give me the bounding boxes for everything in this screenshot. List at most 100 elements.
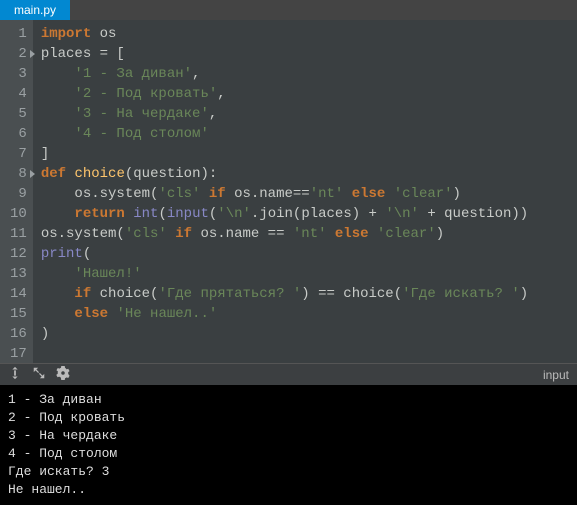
line-number: 4 xyxy=(10,84,27,104)
code-editor[interactable]: 1 2 3 4 5 6 7 8 91011121314151617 import… xyxy=(0,20,577,363)
expand-vertical-icon[interactable] xyxy=(8,366,22,383)
line-number: 14 xyxy=(10,284,27,304)
token-id: os xyxy=(100,26,117,42)
token-str: 'Где прятаться? ' xyxy=(158,286,301,302)
token-kw: return xyxy=(74,206,124,222)
line-number: 7 xyxy=(10,144,27,164)
line-number: 15 xyxy=(10,304,27,324)
code-line[interactable]: ) xyxy=(41,324,569,344)
code-line[interactable]: '3 - На чердаке', xyxy=(41,104,569,124)
token-op: ( xyxy=(125,166,133,182)
line-number: 5 xyxy=(10,104,27,124)
token-id: join(places) + xyxy=(259,206,385,222)
code-line[interactable]: 'Нашел!' xyxy=(41,264,569,284)
token-kw: else xyxy=(352,186,386,202)
token-sp xyxy=(385,186,393,202)
code-line[interactable]: print( xyxy=(41,244,569,264)
token-str: '1 - За диван' xyxy=(74,66,192,82)
terminal-toolbar: input xyxy=(0,363,577,385)
token-str: '2 - Под кровать' xyxy=(74,86,217,102)
token-kw: else xyxy=(74,306,108,322)
token-sp xyxy=(41,66,75,82)
token-sp xyxy=(327,226,335,242)
token-op: = [ xyxy=(100,46,125,62)
token-sp xyxy=(41,206,75,222)
token-sp xyxy=(343,186,351,202)
line-number: 2 xyxy=(10,44,27,64)
terminal-output[interactable]: 1 - За диван 2 - Под кровать 3 - На черд… xyxy=(0,385,577,505)
token-op: ) xyxy=(436,226,444,242)
token-op: ): xyxy=(200,166,217,182)
code-line[interactable]: ] xyxy=(41,144,569,164)
token-op: , xyxy=(192,66,200,82)
token-op: , xyxy=(217,86,225,102)
line-number: 1 xyxy=(10,24,27,44)
code-line[interactable]: import os xyxy=(41,24,569,44)
token-id: ) == choice( xyxy=(301,286,402,302)
line-number: 16 xyxy=(10,324,27,344)
token-sp xyxy=(91,286,99,302)
token-sp xyxy=(41,86,75,102)
code-line[interactable]: if choice('Где прятаться? ') == choice('… xyxy=(41,284,569,304)
token-op: ] xyxy=(41,146,49,162)
expand-diagonal-icon[interactable] xyxy=(32,366,46,383)
token-str: '4 - Под столом' xyxy=(74,126,208,142)
token-id: os.name == xyxy=(200,226,292,242)
token-id: + question)) xyxy=(419,206,528,222)
code-content[interactable]: import osplaces = [ '1 - За диван', '2 -… xyxy=(33,20,577,363)
token-id: os.system( xyxy=(74,186,158,202)
code-line[interactable]: places = [ xyxy=(41,44,569,64)
token-kw: import xyxy=(41,26,91,42)
code-line[interactable] xyxy=(41,344,569,363)
token-bi: print xyxy=(41,246,83,262)
code-line[interactable]: '4 - Под столом' xyxy=(41,124,569,144)
token-op: ( xyxy=(83,246,91,262)
code-line[interactable]: return int(input('\n'.join(places) + '\n… xyxy=(41,204,569,224)
line-number: 17 xyxy=(10,344,27,363)
code-line[interactable]: '2 - Под кровать', xyxy=(41,84,569,104)
token-str: 'cls' xyxy=(125,226,167,242)
line-number: 10 xyxy=(10,204,27,224)
token-kw: if xyxy=(209,186,226,202)
code-line[interactable]: else 'Не нашел..' xyxy=(41,304,569,324)
token-sp xyxy=(41,186,75,202)
code-line[interactable]: os.system('cls' if os.name == 'nt' else … xyxy=(41,224,569,244)
token-id: os.system( xyxy=(41,226,125,242)
tab-main-py[interactable]: main.py xyxy=(0,0,70,20)
line-number: 12 xyxy=(10,244,27,264)
token-sp xyxy=(200,186,208,202)
token-str: '\n' xyxy=(385,206,419,222)
token-sp xyxy=(41,266,75,282)
token-sp xyxy=(226,186,234,202)
code-line[interactable]: '1 - За диван', xyxy=(41,64,569,84)
token-bi: int xyxy=(133,206,158,222)
token-sp xyxy=(41,306,75,322)
token-id: question xyxy=(133,166,200,182)
code-line[interactable]: os.system('cls' if os.name=='nt' else 'c… xyxy=(41,184,569,204)
tab-bar: main.py xyxy=(0,0,577,20)
line-gutter: 1 2 3 4 5 6 7 8 91011121314151617 xyxy=(0,20,33,363)
token-id: places xyxy=(41,46,100,62)
token-str: 'Не нашел..' xyxy=(116,306,217,322)
line-number: 3 xyxy=(10,64,27,84)
line-number: 11 xyxy=(10,224,27,244)
code-line[interactable]: def choice(question): xyxy=(41,164,569,184)
token-op: ) xyxy=(41,326,49,342)
token-id: os.name== xyxy=(234,186,310,202)
token-sp xyxy=(41,126,75,142)
token-kw: if xyxy=(175,226,192,242)
token-str: 'nt' xyxy=(310,186,344,202)
token-str: 'clear' xyxy=(377,226,436,242)
token-kw: else xyxy=(335,226,369,242)
token-str: 'Где искать? ' xyxy=(402,286,520,302)
token-str: 'cls' xyxy=(158,186,200,202)
token-sp xyxy=(125,206,133,222)
token-op: ( xyxy=(158,206,166,222)
token-sp xyxy=(91,26,99,42)
line-number: 6 xyxy=(10,124,27,144)
token-sp xyxy=(167,226,175,242)
token-str: 'clear' xyxy=(394,186,453,202)
token-op: ) xyxy=(453,186,461,202)
settings-icon[interactable] xyxy=(56,366,70,383)
token-str: 'Нашел!' xyxy=(74,266,141,282)
